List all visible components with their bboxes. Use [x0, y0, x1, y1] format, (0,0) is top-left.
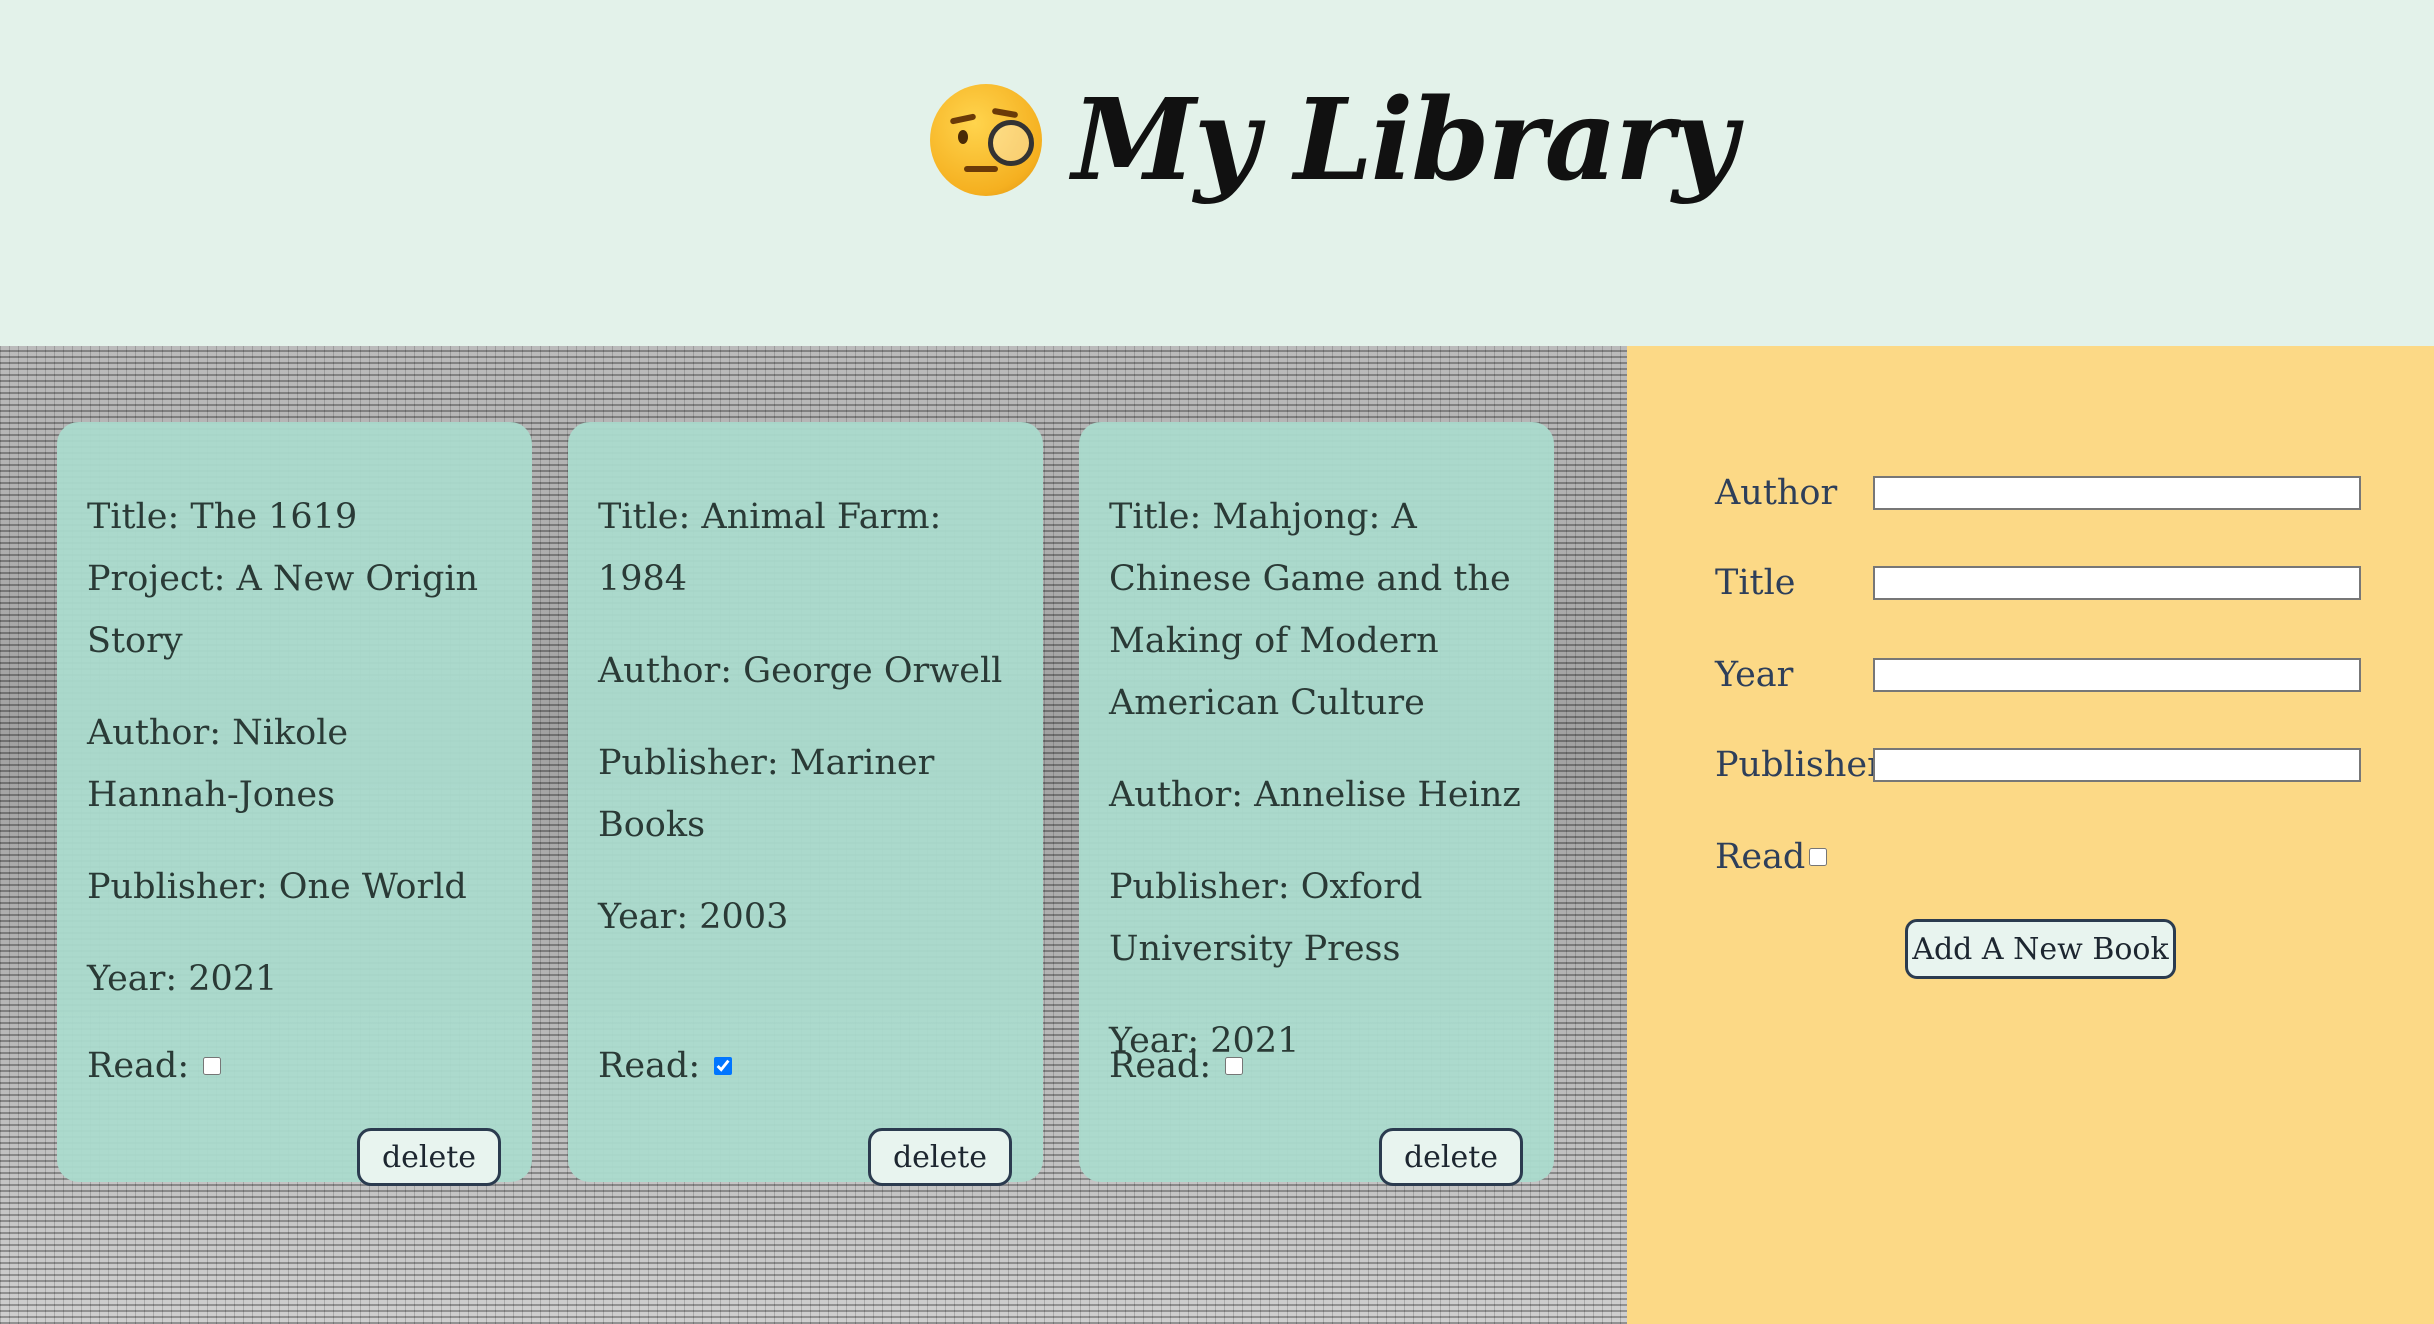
delete-button[interactable]: delete — [357, 1128, 501, 1186]
delete-button[interactable]: delete — [1379, 1128, 1523, 1186]
read-label: Read: — [1109, 1046, 1212, 1086]
publisher-row: Publisher — [1715, 745, 2361, 785]
book-card: Title: Animal Farm: 1984 Author: George … — [568, 422, 1043, 1186]
book-author: Author: Nikole Hannah-Jones — [87, 713, 349, 815]
book-card: Title: The 1619 Project: A New Origin St… — [57, 422, 532, 1186]
book-list: Title: The 1619 Project: A New Origin St… — [0, 346, 1627, 1324]
book-title: Title: Animal Farm: 1984 — [598, 497, 942, 599]
read-checkbox[interactable] — [714, 1057, 733, 1075]
read-checkbox[interactable] — [1225, 1057, 1244, 1075]
read-status: Read: — [1109, 1046, 1246, 1086]
read-status: Read: — [598, 1046, 735, 1086]
title-wrap: My Library — [930, 60, 1737, 220]
publisher-label: Publisher — [1715, 745, 1884, 785]
book-year: Year: 2021 — [87, 959, 278, 999]
book-publisher: Publisher: Oxford University Press — [1109, 867, 1423, 969]
book-title: Title: The 1619 Project: A New Origin St… — [87, 497, 479, 661]
year-label: Year — [1715, 655, 1794, 695]
read-label: Read — [1715, 837, 1806, 877]
author-row: Author — [1715, 473, 2361, 513]
delete-button[interactable]: delete — [868, 1128, 1012, 1186]
face-with-monocle-icon — [930, 84, 1042, 196]
book-publisher: Publisher: Mariner Books — [598, 743, 935, 845]
author-field[interactable] — [1873, 476, 2361, 510]
read-label: Read: — [598, 1046, 701, 1086]
publisher-field[interactable] — [1873, 748, 2361, 782]
read-checkbox[interactable] — [1809, 848, 1828, 866]
add-book-button[interactable]: Add A New Book — [1905, 919, 2176, 979]
book-author: Author: Annelise Heinz — [1109, 775, 1521, 815]
app-header: My Library — [0, 0, 2434, 346]
year-row: Year — [1715, 655, 2361, 695]
book-card: Title: Mahjong: A Chinese Game and the M… — [1079, 422, 1554, 1186]
title-field[interactable] — [1873, 566, 2361, 600]
read-checkbox[interactable] — [203, 1057, 222, 1075]
read-label: Read: — [87, 1046, 190, 1086]
year-field[interactable] — [1873, 658, 2361, 692]
title-label: Title — [1715, 563, 1796, 603]
title-row: Title — [1715, 563, 2361, 603]
book-publisher: Publisher: One World — [87, 867, 467, 907]
book-title: Title: Mahjong: A Chinese Game and the M… — [1109, 497, 1511, 723]
read-status: Read: — [87, 1046, 224, 1086]
page-title: My Library — [1072, 74, 1737, 206]
book-year: Year: 2003 — [598, 897, 789, 937]
read-row: Read — [1715, 837, 1830, 877]
add-book-form: Author Title Year Publisher Read Add A N… — [1627, 346, 2434, 1324]
book-author: Author: George Orwell — [598, 651, 1003, 691]
author-label: Author — [1715, 473, 1838, 513]
